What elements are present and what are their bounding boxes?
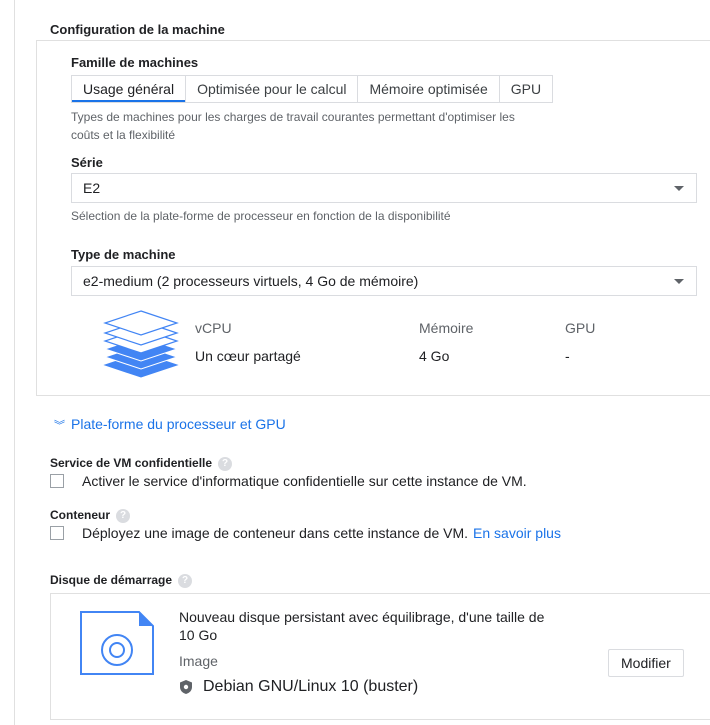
help-icon[interactable]: ? — [218, 456, 233, 471]
disk-icon — [80, 611, 154, 675]
tab-memory-optimized[interactable]: Mémoire optimisée — [358, 76, 500, 102]
machine-type-label: Type de machine — [71, 247, 176, 262]
shield-icon — [180, 680, 192, 694]
family-description-line2: coûts et la flexibilité — [71, 128, 176, 142]
confidential-vm-checkbox-label: Activer le service d'informatique confid… — [82, 473, 527, 489]
boot-disk-label: Disque de démarrage — [50, 573, 173, 587]
confidential-vm-title: Service de VM confidentielle? — [50, 456, 233, 471]
confidential-vm-checkbox-row[interactable]: Activer le service d'informatique confid… — [50, 473, 527, 489]
container-checkbox-label: Déployez une image de conteneur dans cet… — [82, 525, 469, 541]
machine-config-panel: Famille de machines Usage général Optimi… — [36, 40, 710, 396]
confidential-vm-checkbox[interactable] — [50, 474, 64, 488]
learn-more-link[interactable]: En savoir plus — [473, 525, 561, 541]
image-value-row: Debian GNU/Linux 10 (buster) — [179, 678, 418, 696]
family-description: Types de machines pour les charges de tr… — [71, 108, 515, 144]
series-label: Série — [71, 155, 103, 170]
series-value: E2 — [83, 180, 101, 196]
machine-type-select[interactable]: e2-medium (2 processeurs virtuels, 4 Go … — [71, 266, 697, 296]
container-title: Conteneur? — [50, 508, 130, 523]
series-select[interactable]: E2 — [71, 173, 697, 203]
boot-disk-description: Nouveau disque persistant avec équilibra… — [179, 608, 544, 644]
series-hint: Sélection de la plate-forme de processeu… — [71, 209, 451, 223]
help-icon[interactable]: ? — [116, 508, 130, 523]
gpu-value: - — [565, 348, 570, 364]
memory-value: 4 Go — [419, 348, 450, 364]
chevron-down-icon — [674, 186, 684, 191]
container-label: Conteneur — [50, 508, 110, 522]
family-description-line1: Types de machines pour les charges de tr… — [71, 110, 515, 124]
cpu-platform-link: Plate-forme du processeur et GPU — [71, 416, 286, 432]
modify-button[interactable]: Modifier — [608, 649, 684, 677]
cpu-platform-toggle[interactable]: ︾ Plate-forme du processeur et GPU — [54, 416, 286, 433]
tab-compute-optimized[interactable]: Optimisée pour le calcul — [186, 76, 359, 102]
machine-stack-icon — [103, 310, 179, 378]
machine-type-value: e2-medium (2 processeurs virtuels, 4 Go … — [83, 273, 419, 289]
image-value: Debian GNU/Linux 10 (buster) — [203, 678, 419, 695]
boot-disk-title: Disque de démarrage? — [50, 573, 193, 588]
vcpu-value: Un cœur partagé — [195, 348, 301, 364]
container-checkbox-row[interactable]: Déployez une image de conteneur dans cet… — [50, 525, 561, 541]
machine-family-label: Famille de machines — [71, 55, 199, 70]
image-label: Image — [179, 653, 218, 669]
memory-header: Mémoire — [419, 320, 474, 336]
vcpu-header: vCPU — [195, 320, 232, 336]
confidential-vm-label: Service de VM confidentielle — [50, 456, 213, 470]
double-chevron-down-icon: ︾ — [54, 420, 65, 432]
boot-disk-description-line1: Nouveau disque persistant avec équilibra… — [179, 609, 545, 625]
tab-gpu[interactable]: GPU — [500, 76, 552, 102]
chevron-down-icon — [674, 279, 684, 284]
boot-disk-description-line2: 10 Go — [179, 627, 218, 643]
machine-config-title: Configuration de la machine — [50, 22, 225, 37]
boot-disk-panel: Nouveau disque persistant avec équilibra… — [50, 593, 710, 720]
tab-usage-general[interactable]: Usage général — [72, 76, 187, 102]
container-checkbox[interactable] — [50, 526, 64, 540]
gpu-header: GPU — [565, 320, 596, 336]
machine-family-tabs: Usage général Optimisée pour le calcul M… — [71, 75, 554, 103]
help-icon[interactable]: ? — [178, 573, 193, 588]
